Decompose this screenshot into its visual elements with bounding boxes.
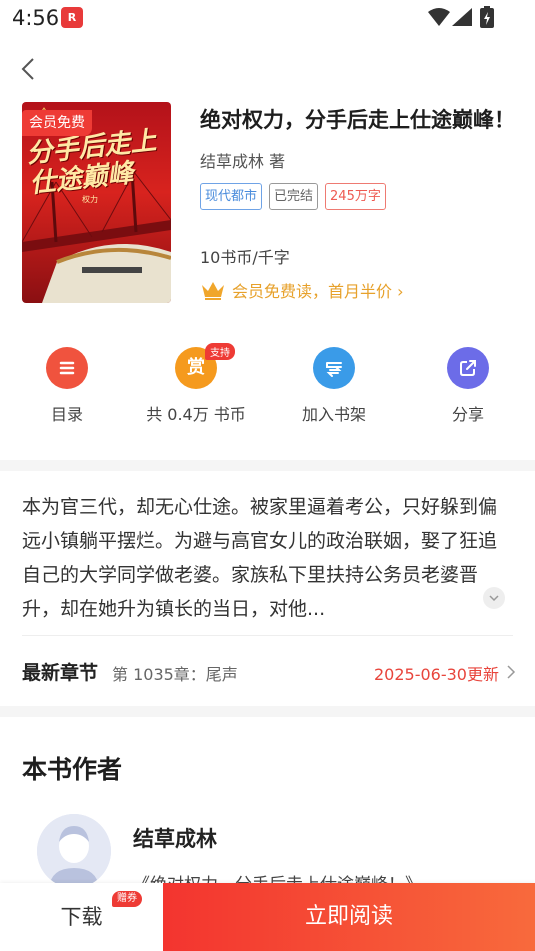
book-tags: 现代都市 已完结 245万字: [200, 183, 386, 210]
section-divider: [0, 706, 535, 717]
coupon-badge: 赠券: [112, 891, 142, 907]
list-icon: [46, 347, 88, 389]
catalog-button[interactable]: 目录: [2, 344, 132, 425]
catalog-label: 目录: [50, 405, 83, 424]
avatar-placeholder-icon: [37, 814, 111, 888]
vip-free-badge: 会员免费: [22, 110, 92, 136]
latest-chapter-title: 第 1035章：尾声: [112, 665, 238, 684]
tag-status: 已完结: [269, 183, 319, 210]
tag-genre[interactable]: 现代都市: [200, 183, 263, 210]
author-avatar[interactable]: [37, 814, 111, 888]
add-to-shelf-button[interactable]: 加入书架: [269, 344, 399, 425]
bookshelf-icon: [313, 347, 355, 389]
action-row: 目录 赏 支持 共 0.4万 书币 加入书架 分享: [0, 343, 535, 434]
expand-button[interactable]: [483, 587, 505, 609]
read-now-button[interactable]: 立即阅读: [163, 883, 535, 951]
signal-icon: [452, 8, 472, 26]
back-button[interactable]: [14, 54, 44, 84]
book-price: 10书币/千字: [200, 248, 290, 267]
reward-button[interactable]: 赏 支持 共 0.4万 书币: [131, 343, 261, 425]
latest-chapter-row[interactable]: 最新章节 第 1035章：尾声 2025-06-30更新: [22, 658, 517, 686]
reward-label: 共 0.4万 书币: [146, 405, 246, 424]
reward-icon: 赏 支持: [175, 343, 235, 389]
tag-word-count: 245万字: [325, 183, 386, 210]
chevron-right-icon: [507, 665, 516, 679]
status-bar: 4:56 R: [0, 0, 535, 36]
author-section-heading: 本书作者: [22, 755, 123, 784]
share-label: 分享: [451, 405, 484, 424]
app-notification-icon: R: [61, 7, 83, 28]
share-icon: [447, 347, 489, 389]
support-badge: 支持: [205, 343, 235, 360]
battery-icon: [480, 6, 494, 28]
author-name[interactable]: 结草成林: [133, 823, 217, 853]
chevron-down-icon: [489, 595, 499, 602]
book-title: 绝对权力，分手后走上仕途巅峰！: [200, 108, 515, 132]
status-time: 4:56: [12, 6, 60, 30]
divider: [22, 635, 513, 636]
share-button[interactable]: 分享: [403, 344, 533, 425]
vip-offer-text: 会员免费读，首月半价 ›: [232, 282, 404, 301]
latest-chapter-label: 最新章节: [22, 662, 99, 684]
book-author[interactable]: 结草成林 著: [200, 148, 285, 172]
crown-icon: [202, 282, 224, 300]
vip-offer-link[interactable]: 会员免费读，首月半价 ›: [200, 278, 404, 302]
book-intro[interactable]: 本为官三代，却无心仕途。被家里逼着考公，只好躲到偏远小镇躺平摆烂。为避与高官女儿…: [22, 490, 512, 626]
chevron-left-icon: [21, 58, 34, 80]
cover-tag: 权力: [82, 195, 98, 204]
latest-update-date: 2025-06-30更新: [374, 665, 499, 684]
bottom-bar: 下载 赠券 立即阅读: [0, 883, 535, 951]
wifi-icon: [428, 8, 450, 26]
add-to-shelf-label: 加入书架: [301, 405, 366, 424]
section-divider: [0, 460, 535, 471]
